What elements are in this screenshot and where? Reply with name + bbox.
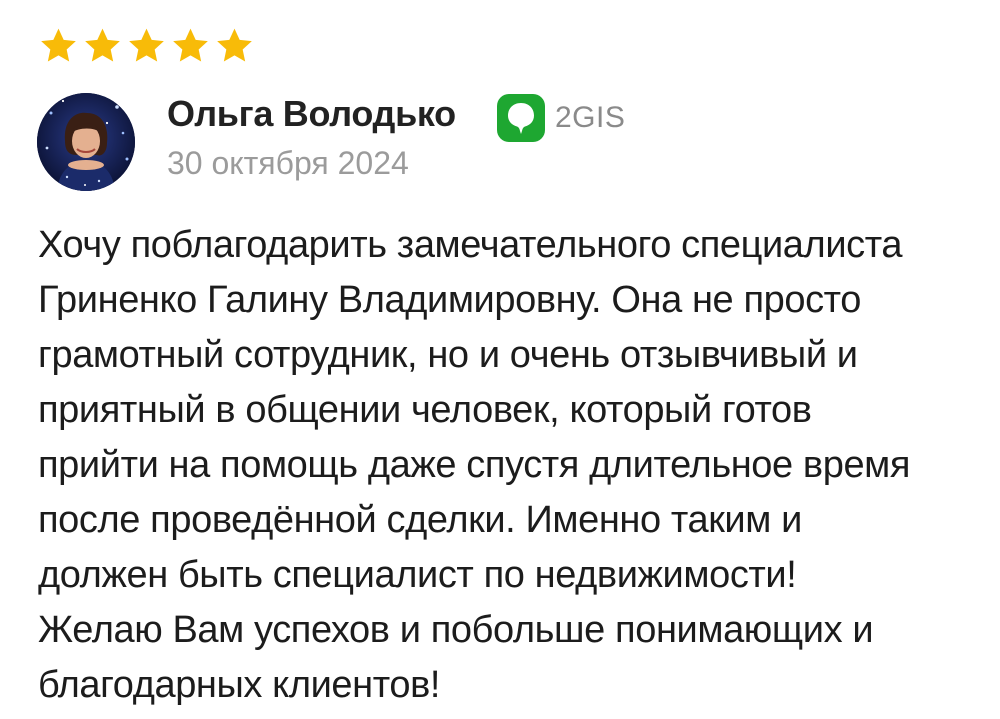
review-text-line: грамотный сотрудник, но и очень отзывчив…: [38, 334, 858, 376]
review-card: Ольга Володько 2GIS 30 октября 2024 Хочу…: [0, 0, 1000, 719]
star-icon: [129, 28, 164, 62]
review-text: Хочу поблагодарить замечательного специа…: [38, 218, 988, 713]
review-text-line: приятный в общении человек, который гото…: [38, 389, 812, 431]
review-text-line: после проведённой сделки. Именно таким и: [38, 499, 802, 541]
avatar[interactable]: [37, 93, 135, 191]
star-icon: [41, 28, 76, 62]
source-name: 2GIS: [555, 101, 626, 134]
review-text-line: Желаю Вам успехов и побольше понимающих …: [38, 609, 874, 651]
avatar-image: [37, 93, 135, 191]
review-text-line: Гриненко Галину Владимировну. Она не про…: [38, 279, 861, 321]
star-icon: [173, 28, 208, 62]
author-name[interactable]: Ольга Володько: [167, 93, 456, 135]
star-icon: [85, 28, 120, 62]
review-date: 30 октября 2024: [167, 145, 409, 181]
star-icon: [217, 28, 252, 62]
review-text-line: Хочу поблагодарить замечательного специа…: [38, 224, 903, 266]
review-text-line: должен быть специалист по недвижимости!: [38, 554, 797, 596]
review-text-line: благодарных клиентов!: [38, 664, 441, 706]
review-source[interactable]: 2GIS: [497, 94, 625, 142]
2gis-logo-icon: [497, 94, 545, 142]
review-text-line: прийти на помощь даже спустя длительное …: [38, 444, 911, 486]
star-rating: [38, 26, 255, 66]
